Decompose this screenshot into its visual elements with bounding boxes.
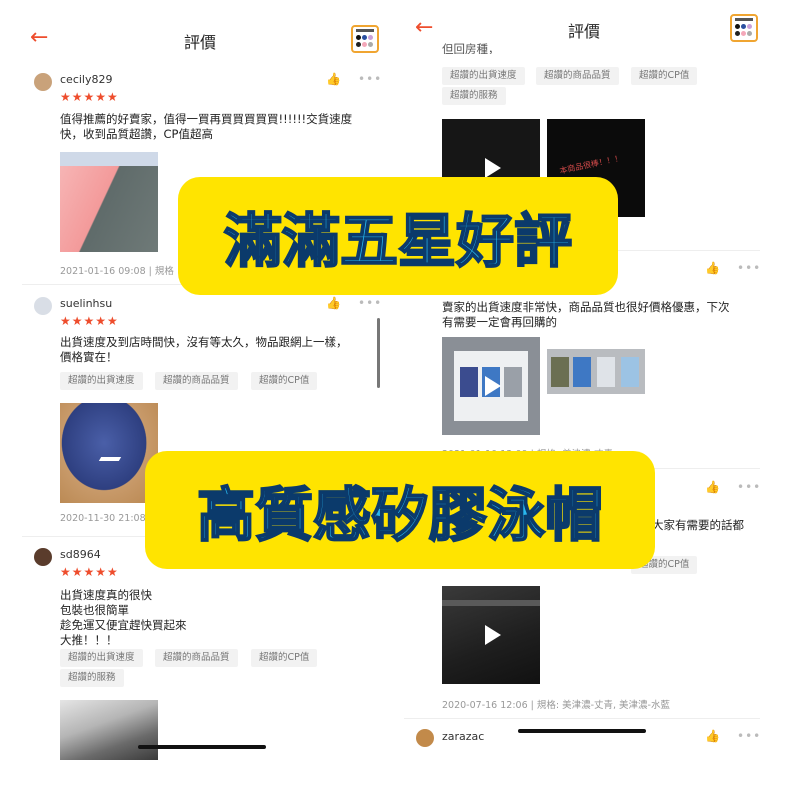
scrollbar-thumb[interactable]	[377, 318, 380, 388]
page-title: 評價	[567, 22, 600, 41]
avatar[interactable]	[34, 73, 52, 91]
shop-logo-icon[interactable]	[351, 25, 379, 53]
handwriting-text: 本商品很棒！！！	[558, 153, 624, 176]
shop-logo-icon[interactable]	[730, 14, 758, 42]
review-text: 出貨速度及到店時間快，沒有等太久，物品跟網上一樣， 價格實在！	[60, 335, 348, 364]
more-icon[interactable]: •••	[358, 72, 382, 86]
review-username[interactable]: suelinhsu	[60, 297, 112, 310]
review-meta: 2021-01-16 09:08 | 規格	[60, 266, 174, 277]
header: ← 評價	[0, 0, 400, 64]
review-username[interactable]: sd8964	[60, 548, 101, 561]
promo-banner-bottom: 高質感矽膠泳帽	[145, 451, 655, 569]
avatar[interactable]	[34, 548, 52, 566]
right-review-screen: ← 評價 但回房種， 超讚的出貨速度 超讚的商品品質 超讚的CP值 超讚的服務 …	[400, 0, 800, 800]
review-text: 值得推薦的好賣家，值得一買再買買買買買!!!!!!交貨速度 快，收到品質超讚，C…	[60, 112, 353, 141]
banner-text: 高質感矽膠泳帽	[196, 480, 604, 550]
review-tag: 超讚的出貨速度	[60, 372, 143, 390]
avatar[interactable]	[416, 729, 434, 747]
play-icon	[485, 158, 501, 178]
home-indicator	[138, 745, 266, 749]
more-icon[interactable]: •••	[737, 480, 761, 494]
review-text-partial: 但回房種，	[442, 42, 500, 54]
promo-banner-top: 滿滿五星好評	[178, 177, 618, 295]
more-icon[interactable]: •••	[358, 296, 382, 310]
more-icon[interactable]: •••	[737, 729, 761, 743]
review-tag: 超讚的服務	[442, 87, 506, 105]
home-indicator	[518, 729, 646, 733]
header: ← 評價	[400, 0, 800, 64]
review-photo[interactable]	[60, 152, 158, 252]
review-tag: 超讚的CP值	[631, 67, 698, 85]
review-tag: 超讚的服務	[60, 669, 124, 687]
thumbs-up-icon[interactable]: 👍	[326, 72, 341, 86]
review-tag: 超讚的出貨速度	[60, 649, 143, 667]
banner-text: 滿滿五星好評	[223, 206, 573, 276]
review-tag: 超讚的CP值	[251, 372, 318, 390]
review-video[interactable]	[442, 586, 540, 684]
review-tag: 超讚的商品品質	[536, 67, 619, 85]
review-tag: 超讚的CP值	[251, 649, 318, 667]
review-meta: 2020-11-30 21:08	[60, 513, 146, 524]
review-photo[interactable]	[60, 700, 158, 760]
thumbs-up-icon[interactable]: 👍	[326, 296, 341, 310]
review-tag: 超讚的商品品質	[155, 649, 238, 667]
review-stars: ★★★★★	[60, 314, 119, 328]
review-tag: 超讚的商品品質	[155, 372, 238, 390]
review-tag: 超讚的出貨速度	[442, 67, 525, 85]
more-icon[interactable]: •••	[737, 261, 761, 275]
review-stars: ★★★★★	[60, 565, 119, 579]
play-icon	[485, 376, 501, 396]
review-photo[interactable]	[60, 403, 158, 503]
review-text: 出貨速度真的很快 包裝也很簡單 趁免運又便宜趕快買起來 大推！！！	[60, 588, 187, 647]
avatar[interactable]	[34, 297, 52, 315]
thumbs-up-icon[interactable]: 👍	[705, 729, 720, 743]
review-username[interactable]: zarazac	[442, 730, 484, 743]
thumbs-up-icon[interactable]: 👍	[705, 480, 720, 494]
divider	[404, 718, 760, 719]
review-video[interactable]	[442, 337, 540, 435]
review-meta: 2020-07-16 12:06 | 規格: 美津濃-丈青, 美津濃-水藍	[442, 700, 670, 711]
review-username[interactable]: cecily829	[60, 73, 112, 86]
review-text: 賣家的出貨速度非常快，商品品質也很好價格優惠，下次 有需要一定會再回購的	[442, 300, 730, 329]
review-stars: ★★★★★	[60, 90, 119, 104]
play-icon	[485, 625, 501, 645]
review-text-partial: 大家有需要的話都	[652, 518, 744, 532]
left-review-screen: ← 評價 cecily829 ★★★★★ 👍 ••• 值得推薦的好賣家，值得一買…	[0, 0, 400, 800]
page-title: 評價	[183, 33, 216, 52]
thumbs-up-icon[interactable]: 👍	[705, 261, 720, 275]
review-photo[interactable]	[547, 349, 645, 394]
